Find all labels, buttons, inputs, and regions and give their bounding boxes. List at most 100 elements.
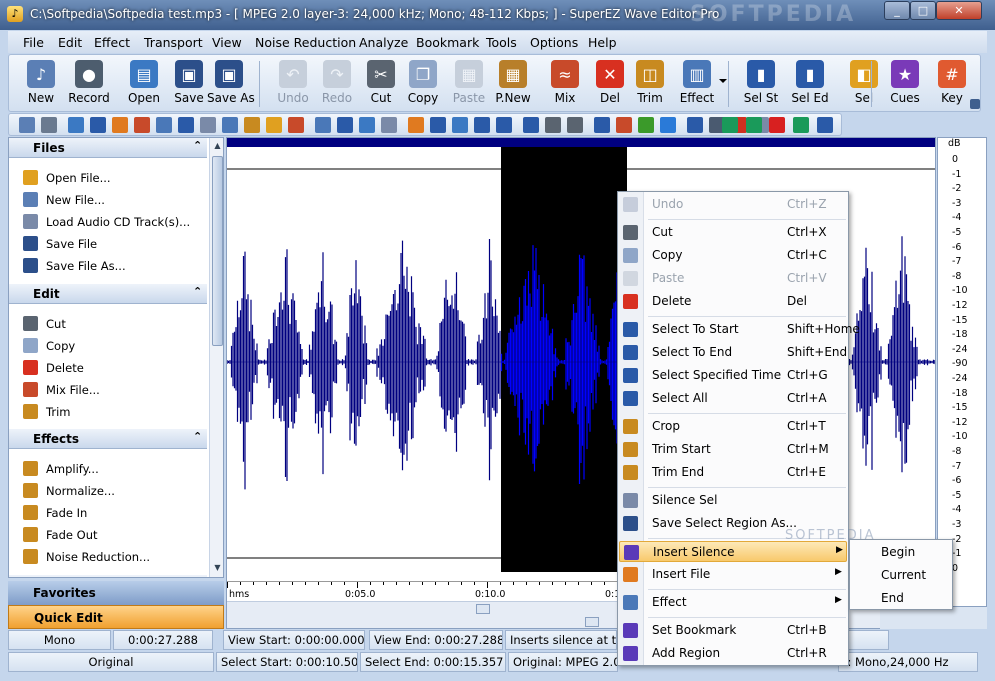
favorites-pane-button[interactable]: Favorites: [8, 581, 224, 605]
toolbar2-tool-icon[interactable]: [134, 117, 150, 133]
repeat-icon[interactable]: [817, 117, 833, 133]
toolbar2-tool-icon[interactable]: [687, 117, 703, 133]
toolbar2-tool-icon[interactable]: [315, 117, 331, 133]
sel-ed-button[interactable]: ▮ Sel Ed: [788, 58, 832, 110]
sidebar-item-save-file-as[interactable]: Save File As...: [19, 256, 209, 276]
close-button[interactable]: ✕: [936, 1, 982, 20]
toolbar2-tool-icon[interactable]: [112, 117, 128, 133]
toolbar2-tool-icon[interactable]: [452, 117, 468, 133]
submenu-item-end[interactable]: End: [881, 591, 904, 605]
open-button[interactable]: ▤ Open: [122, 58, 166, 110]
toolbar2-tool-icon[interactable]: [68, 117, 84, 133]
sidebar-item-trim[interactable]: Trim: [19, 402, 209, 422]
context-item-insert-file[interactable]: Insert File ▶: [619, 564, 847, 585]
sidebar-item-new-file[interactable]: New File...: [19, 190, 209, 210]
zoom-thumb[interactable]: [476, 604, 490, 614]
menu-effect[interactable]: Effect: [94, 35, 130, 50]
section-tools[interactable]: [9, 575, 207, 577]
sidebar-scrollbar[interactable]: ▲ ▼: [209, 138, 223, 577]
key-button[interactable]: # Key: [930, 58, 974, 110]
copy-button[interactable]: ❐ Copy: [401, 58, 445, 110]
mix-button[interactable]: ≈ Mix: [543, 58, 587, 110]
toolbar2-tool-icon[interactable]: [523, 117, 539, 133]
menu-analyze[interactable]: Analyze: [359, 35, 408, 50]
context-item-paste[interactable]: Paste Ctrl+V: [619, 268, 847, 289]
context-item-select-all[interactable]: Select All Ctrl+A: [619, 388, 847, 409]
sidebar-item-save-file[interactable]: Save File: [19, 234, 209, 254]
redo-button[interactable]: ↷ Redo: [315, 58, 359, 110]
section-edit[interactable]: Edit ⌃: [9, 284, 207, 304]
context-item-select-to-start[interactable]: Select To Start Shift+Home: [619, 319, 860, 340]
toolbar2-tool-icon[interactable]: [545, 117, 561, 133]
sidebar-item-load-audio-cd-track-s[interactable]: Load Audio CD Track(s)...: [19, 212, 209, 232]
toolbar2-tool-icon[interactable]: [19, 117, 35, 133]
collapse-chevron-icon[interactable]: ⌃: [193, 139, 202, 152]
play-icon[interactable]: [722, 117, 738, 133]
menu-noise-reduction[interactable]: Noise Reduction: [255, 35, 356, 50]
toolbar2-tool-icon[interactable]: [474, 117, 490, 133]
cut-button[interactable]: ✂ Cut: [359, 58, 403, 110]
record-button[interactable]: ● Record: [67, 58, 111, 110]
sel-button[interactable]: ◧ Sel: [842, 58, 886, 110]
menu-transport[interactable]: Transport: [144, 35, 203, 50]
toolbar2-tool-icon[interactable]: [244, 117, 260, 133]
effect-dropdown-icon[interactable]: [719, 79, 727, 87]
scroll-thumb[interactable]: [212, 156, 223, 346]
toolbar2-tool-icon[interactable]: [381, 117, 397, 133]
toolbar2-tool-icon[interactable]: [288, 117, 304, 133]
quick-edit-pane-button[interactable]: Quick Edit: [8, 605, 224, 629]
play-selection-icon[interactable]: [746, 117, 762, 133]
new-button[interactable]: ♪ New: [19, 58, 63, 110]
h-scroll-thumb[interactable]: [585, 617, 599, 627]
sidebar-item-fade-in[interactable]: Fade In: [19, 503, 209, 523]
toolbar2-tool-icon[interactable]: [156, 117, 172, 133]
context-item-crop[interactable]: Crop Ctrl+T: [619, 416, 847, 437]
toolbar2-tool-icon[interactable]: [200, 117, 216, 133]
context-item-copy[interactable]: Copy Ctrl+C: [619, 245, 847, 266]
menu-bookmark[interactable]: Bookmark: [416, 35, 479, 50]
minimize-button[interactable]: _: [884, 1, 910, 20]
context-item-delete[interactable]: Delete Del: [619, 291, 847, 312]
zoom-buttons[interactable]: [880, 607, 987, 629]
menu-options[interactable]: Options: [530, 35, 578, 50]
toolbar2-tool-icon[interactable]: [430, 117, 446, 133]
toolbar2-tool-icon[interactable]: [222, 117, 238, 133]
sidebar-item-amplify[interactable]: Amplify...: [19, 459, 209, 479]
loop-icon[interactable]: [793, 117, 809, 133]
sidebar-item-open-file[interactable]: Open File...: [19, 168, 209, 188]
sidebar-item-normalize[interactable]: Normalize...: [19, 481, 209, 501]
toolbar2-tool-icon[interactable]: [616, 117, 632, 133]
toolbar2-tool-icon[interactable]: [41, 117, 57, 133]
toolbar2-tool-icon[interactable]: [266, 117, 282, 133]
context-item-silence-sel[interactable]: Silence Sel: [619, 490, 847, 511]
submenu-item-current[interactable]: Current: [881, 568, 926, 582]
toolbar2-tool-icon[interactable]: [594, 117, 610, 133]
p-new-button[interactable]: ▦ P.New: [491, 58, 535, 110]
sidebar-item-copy[interactable]: Copy: [19, 336, 209, 356]
context-item-effect[interactable]: Effect ▶: [619, 592, 847, 613]
toolbar2-tool-icon[interactable]: [337, 117, 353, 133]
cues-button[interactable]: ★ Cues: [883, 58, 927, 110]
save-as-button[interactable]: ▣ Save As: [207, 58, 255, 110]
toolbar2-tool-icon[interactable]: [638, 117, 654, 133]
context-item-set-bookmark[interactable]: Set Bookmark Ctrl+B: [619, 620, 847, 641]
context-item-select-to-end[interactable]: Select To End Shift+End: [619, 342, 847, 363]
menu-file[interactable]: File: [23, 35, 44, 50]
context-item-cut[interactable]: Cut Ctrl+X: [619, 222, 847, 243]
sidebar-item-mix-file[interactable]: Mix File...: [19, 380, 209, 400]
toolbar2-tool-icon[interactable]: [567, 117, 583, 133]
sidebar-item-noise-reduction[interactable]: Noise Reduction...: [19, 547, 209, 567]
toolbar2-tool-icon[interactable]: [359, 117, 375, 133]
undo-button[interactable]: ↶ Undo: [271, 58, 315, 110]
section-files[interactable]: Files ⌃: [9, 138, 207, 158]
toolbar2-tool-icon[interactable]: [660, 117, 676, 133]
overview-bar[interactable]: [227, 138, 935, 147]
toolbar-overflow-icon[interactable]: [970, 99, 980, 109]
context-item-insert-silence[interactable]: Insert Silence ▶: [619, 541, 847, 562]
context-item-select-specified-time[interactable]: Select Specified Time Ctrl+G: [619, 365, 847, 386]
maximize-button[interactable]: □: [910, 1, 936, 20]
toolbar2-tool-icon[interactable]: [408, 117, 424, 133]
menu-tools[interactable]: Tools: [486, 35, 517, 50]
scroll-up-icon[interactable]: ▲: [212, 141, 223, 153]
sidebar-item-delete[interactable]: Delete: [19, 358, 209, 378]
